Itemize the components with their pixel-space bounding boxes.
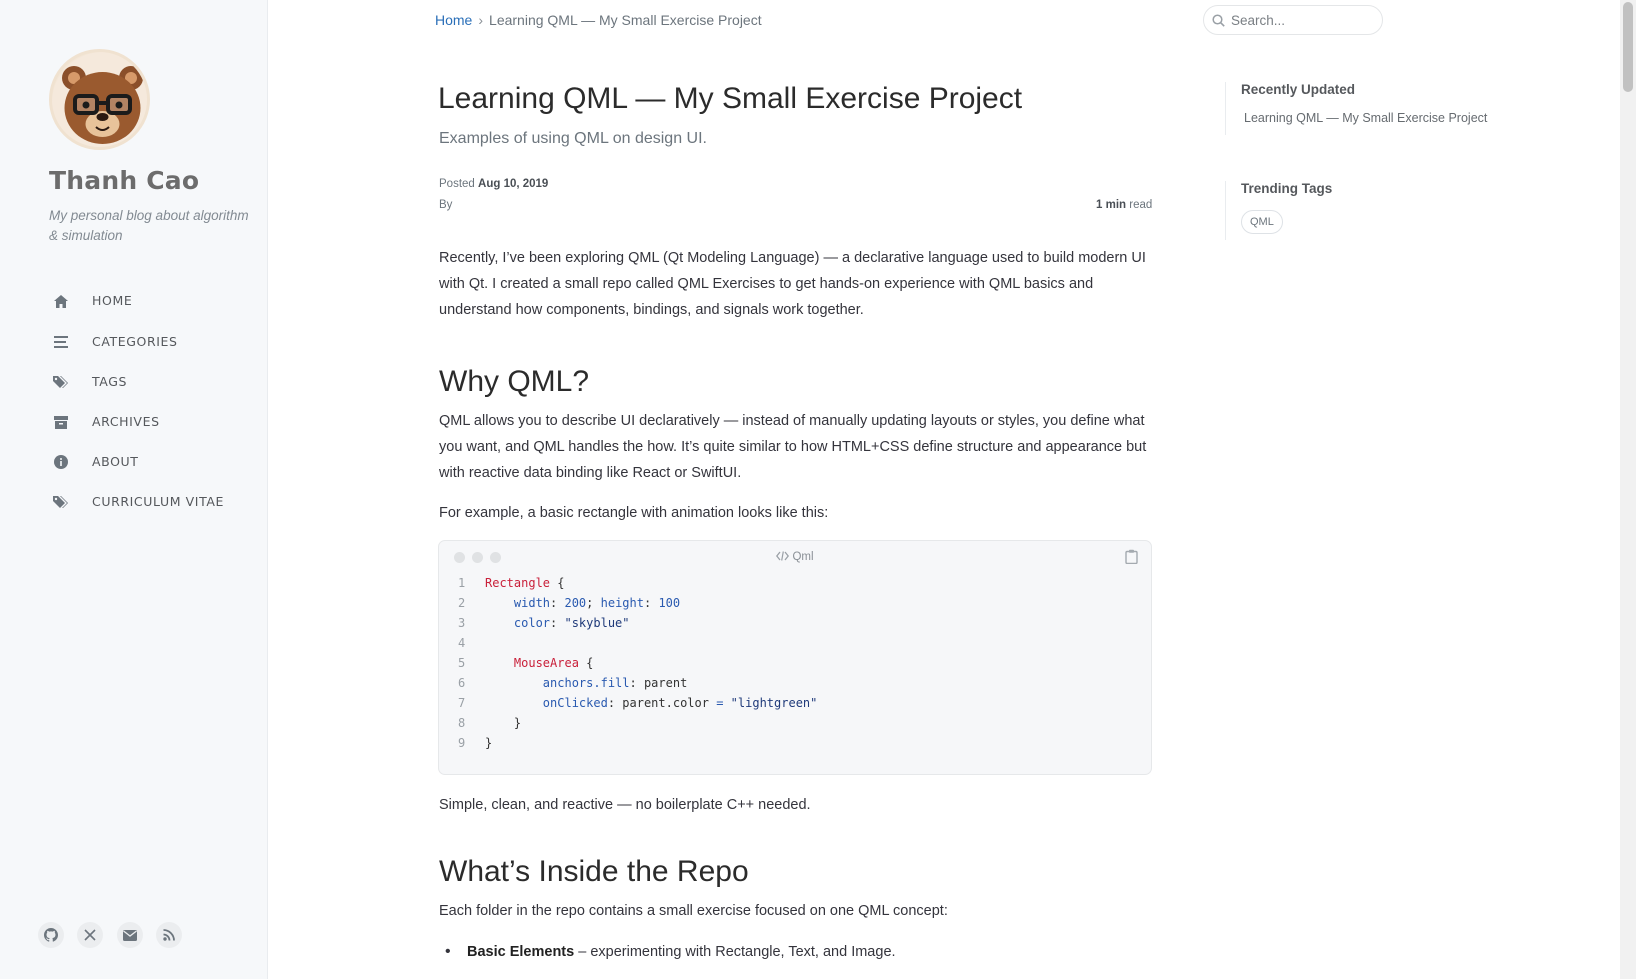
- recently-updated-section: Recently Updated Learning QML — My Small…: [1225, 82, 1487, 135]
- read-time-value: 1 min: [1096, 199, 1127, 211]
- tags-icon: [52, 493, 70, 511]
- post-date: Posted Aug 10, 2019: [439, 178, 548, 190]
- github-icon: [44, 928, 58, 942]
- code-text: onClicked: parent.color = "lightgreen": [542, 696, 818, 710]
- exercise-list: Basic Elements – experimenting with Rect…: [445, 943, 896, 961]
- nav-item-curriculum-vitae[interactable]: CURRICULUM VITAE: [52, 492, 223, 512]
- line-number: 1: [458, 576, 466, 590]
- breadcrumb-current: Learning QML — My Small Exercise Project: [489, 12, 762, 28]
- clipboard-icon: [1125, 549, 1138, 565]
- code-block: Qml 1 Rectangle { 2 width: 200; height: 1…: [438, 540, 1152, 775]
- search-box[interactable]: [1203, 5, 1383, 35]
- posted-date-value: Aug 10, 2019: [478, 178, 549, 190]
- home-icon: [52, 292, 70, 310]
- x-twitter-icon: [84, 929, 96, 941]
- post-author: By: [439, 199, 453, 211]
- repo-paragraph: Each folder in the repo contains a small…: [439, 903, 948, 919]
- intro-paragraph: Recently, I’ve been exploring QML (Qt Mo…: [439, 250, 1146, 318]
- code-text: }: [485, 716, 522, 730]
- email-link[interactable]: [117, 922, 143, 948]
- code-icon: [776, 551, 790, 561]
- recent-post-link[interactable]: Learning QML — My Small Exercise Project: [1244, 111, 1487, 125]
- recently-updated-heading: Recently Updated: [1241, 82, 1356, 97]
- code-language-label: Qml: [439, 551, 1151, 563]
- info-circle-icon: [52, 453, 70, 471]
- breadcrumb-separator: ›: [478, 12, 484, 28]
- line-number: 3: [458, 616, 466, 630]
- rss-link[interactable]: [156, 922, 182, 948]
- nav-item-home[interactable]: HOME: [52, 291, 132, 311]
- search-icon: [1212, 13, 1225, 27]
- copy-code-button[interactable]: [1125, 549, 1141, 565]
- page-scrollbar[interactable]: [1620, 0, 1636, 979]
- after-code-paragraph: Simple, clean, and reactive — no boilerp…: [439, 797, 811, 813]
- code-text: Rectangle {: [485, 576, 565, 590]
- line-number: 5: [458, 656, 466, 670]
- sidebar: Thanh Cao My personal blog about algorit…: [0, 0, 268, 979]
- nav-label: ABOUT: [92, 454, 139, 469]
- github-link[interactable]: [38, 922, 64, 948]
- breadcrumb: Home › Learning QML — My Small Exercise Pr…: [435, 12, 762, 28]
- stream-icon: [52, 333, 70, 351]
- nav-item-archives[interactable]: ARCHIVES: [52, 412, 159, 432]
- list-item: Basic Elements – experimenting with Rect…: [445, 943, 896, 961]
- post-subtitle: Examples of using QML on design UI.: [439, 130, 707, 147]
- heading-whats-inside: What’s Inside the Repo: [439, 855, 749, 888]
- nav-label: ARCHIVES: [92, 414, 160, 429]
- read-label: read: [1129, 199, 1153, 211]
- heading-why-qml: Why QML?: [439, 365, 590, 398]
- post-title: Learning QML — My Small Exercise Project: [438, 82, 1023, 115]
- scrollbar-thumb[interactable]: [1623, 2, 1633, 92]
- nav-item-tags[interactable]: TAGS: [52, 372, 126, 392]
- site-title[interactable]: Thanh Cao: [49, 166, 199, 195]
- x-twitter-link[interactable]: [77, 922, 103, 948]
- nav-item-about[interactable]: ABOUT: [52, 452, 138, 472]
- line-number: 4: [458, 636, 466, 650]
- trending-tags-heading: Trending Tags: [1241, 181, 1333, 196]
- code-text: anchors.fill: parent: [542, 676, 688, 690]
- line-number: 2: [458, 596, 466, 610]
- code-text: }: [485, 736, 493, 750]
- line-number: 8: [458, 716, 466, 730]
- rss-icon: [163, 929, 175, 941]
- tag-qml[interactable]: QML: [1241, 210, 1283, 234]
- site-subtitle: My personal blog about algorithm & simul…: [49, 208, 249, 243]
- posted-label: Posted: [439, 178, 475, 190]
- tags-icon: [52, 373, 70, 391]
- read-time: 1 min read: [1096, 199, 1152, 211]
- line-number: 9: [458, 736, 466, 750]
- breadcrumb-home-link[interactable]: Home: [435, 12, 472, 28]
- right-panel: Recently Updated Learning QML — My Small…: [1225, 82, 1487, 240]
- nav-label: CURRICULUM VITAE: [92, 494, 225, 509]
- line-number: 7: [458, 696, 466, 710]
- nav-label: CATEGORIES: [92, 334, 178, 349]
- trending-tags-section: Trending Tags QML: [1225, 181, 1485, 240]
- archive-icon: [52, 413, 70, 431]
- why-paragraph: QML allows you to describe UI declarativ…: [439, 413, 1147, 481]
- nav-item-categories[interactable]: CATEGORIES: [52, 332, 177, 352]
- search-input[interactable]: [1231, 12, 1371, 28]
- code-text: width: 200; height: 100: [513, 596, 681, 610]
- code-language: Qml: [792, 551, 814, 563]
- bear-avatar-icon: [52, 52, 147, 147]
- line-number: 6: [458, 676, 466, 690]
- nav-label: TAGS: [92, 374, 128, 389]
- avatar[interactable]: [49, 49, 150, 150]
- example-paragraph: For example, a basic rectangle with anim…: [439, 505, 829, 521]
- list-item-title: Basic Elements: [467, 944, 575, 960]
- code-text: MouseArea {: [513, 656, 594, 670]
- nav-label: HOME: [92, 293, 133, 308]
- code-text: color: "skyblue": [513, 616, 630, 630]
- list-item-text: – experimenting with Rectangle, Text, an…: [574, 944, 896, 960]
- envelope-icon: [123, 929, 137, 941]
